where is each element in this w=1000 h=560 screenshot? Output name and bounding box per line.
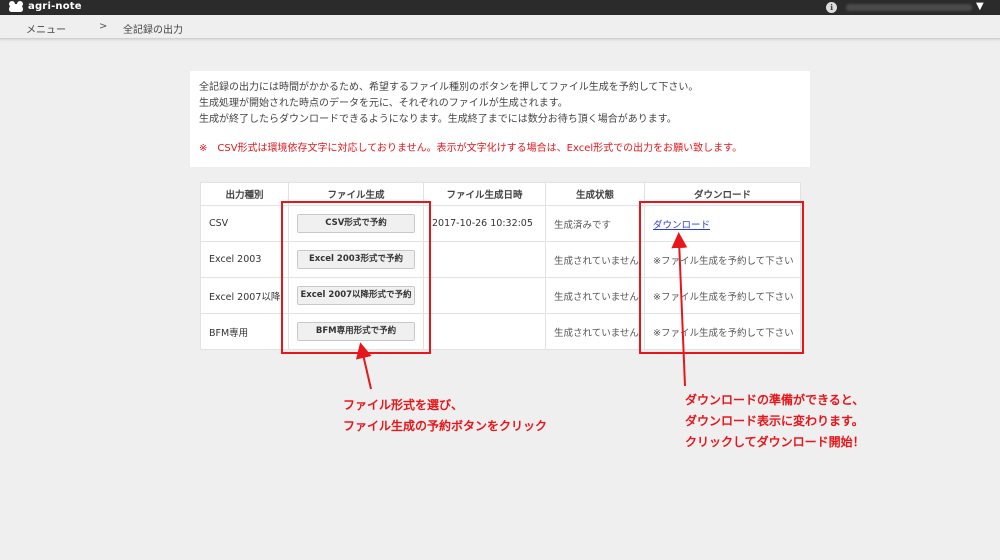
arrow-to-generate-buttons [356, 342, 372, 390]
notice-line: 生成が終了したらダウンロードできるようになります。生成終了までには数分お待ち頂く… [199, 114, 677, 125]
frog-logo-icon [8, 1, 24, 12]
generated-at [423, 313, 546, 350]
annotation-line: ファイル形式を選び、 [343, 398, 464, 412]
annotation-right: ダウンロードの準備ができると、 ダウンロード表示に変わります。 クリックしてダウ… [685, 390, 865, 453]
annotation-line: クリックしてダウンロード開始！ [685, 435, 865, 449]
csv-warning: ※ CSV形式は環境依存文字に対応しておりません。表示が文字化けする場合は、Ex… [199, 143, 743, 154]
chevron-down-icon[interactable]: ▼ [976, 1, 984, 12]
generated-at [423, 277, 546, 314]
notice-panel: 全記録の出力には時間がかかるため、希望するファイル種別のボタンを押してファイル生… [190, 71, 810, 167]
app-logo[interactable]: agri-note [8, 1, 82, 12]
breadcrumb-menu-link[interactable]: メニュー [26, 21, 66, 36]
notice-line: 生成処理が開始された時点のデータを元に、それぞれのファイルが生成されます。 [199, 98, 568, 109]
breadcrumb-current: 全記録の出力 [123, 25, 183, 36]
generation-status: 生成済みです [545, 205, 645, 242]
output-type: CSV [200, 205, 289, 242]
notice-line: 全記録の出力には時間がかかるため、希望するファイル種別のボタンを押してファイル生… [199, 82, 699, 93]
highlight-download-column [639, 201, 804, 354]
user-info-icon[interactable]: ℹ [826, 2, 837, 13]
generation-status: 生成されていません [545, 313, 645, 350]
user-name-redacted[interactable] [846, 4, 972, 11]
annotation-line: ダウンロード表示に変わります。 [685, 414, 864, 428]
annotation-line: ファイル生成の予約ボタンをクリック [343, 419, 548, 433]
output-type: Excel 2007以降 [200, 277, 289, 314]
generated-at [423, 241, 546, 278]
header-generated-at: ファイル生成日時 [423, 182, 546, 206]
header-output-type: 出力種別 [200, 182, 289, 206]
generation-status: 生成されていません [545, 241, 645, 278]
generated-at: 2017-10-26 10:32:05 [423, 205, 546, 242]
annotation-line: ダウンロードの準備ができると、 [685, 393, 865, 407]
highlight-generate-buttons [281, 201, 431, 354]
breadcrumb: メニュー > 全記録の出力 [0, 15, 1000, 39]
output-type: BFM専用 [200, 313, 289, 350]
breadcrumb-separator: > [99, 21, 108, 32]
header-status: 生成状態 [545, 182, 645, 206]
top-bar: agri-note ℹ ▼ [0, 0, 1000, 15]
generation-status: 生成されていません [545, 277, 645, 314]
app-name: agri-note [28, 1, 82, 12]
annotation-left: ファイル形式を選び、 ファイル生成の予約ボタンをクリック [343, 395, 547, 437]
output-type: Excel 2003 [200, 241, 289, 278]
